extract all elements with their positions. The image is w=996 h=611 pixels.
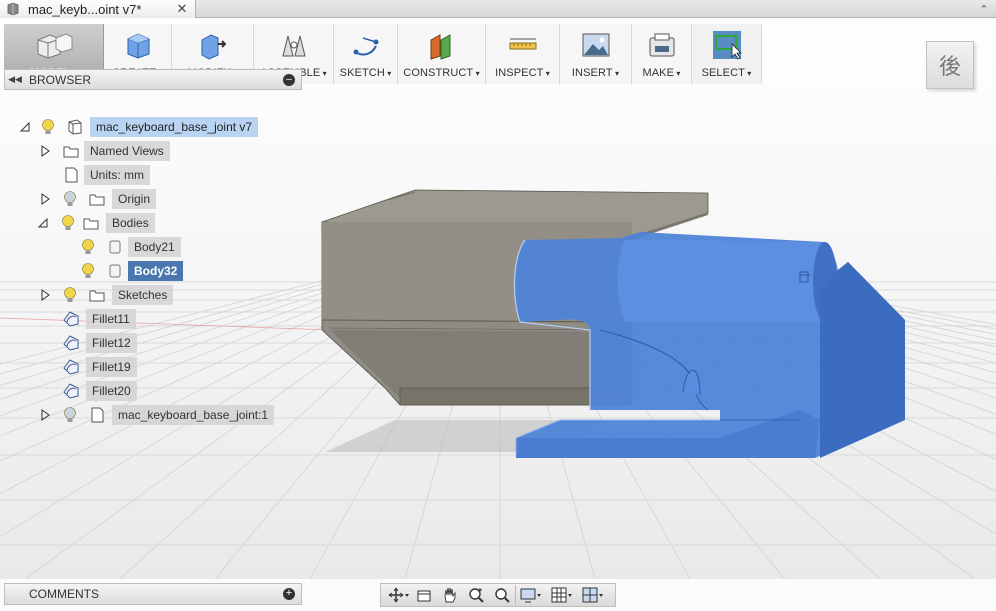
tree-node-fillet12[interactable]: Fillet12 [0,333,300,353]
orbit-icon[interactable] [385,585,411,605]
tree-node-origin[interactable]: Origin [0,189,300,209]
document-tab-title: mac_keyb...oint v7* [28,1,142,17]
toolbar-sketch-button[interactable]: SKETCH [334,24,398,84]
toolbar-construct-button[interactable]: CONSTRUCT [398,24,486,84]
tree-node-label: Bodies [106,213,155,233]
model-icon [32,30,76,60]
select-icon [712,30,742,60]
comments-title: COMMENTS [29,587,99,601]
collapsed-triangle-icon[interactable] [38,288,52,302]
toolbar-insert-label: INSERT [572,67,619,79]
toolbar-select-button[interactable]: SELECT [692,24,762,84]
visibility-bulb-icon[interactable] [40,118,56,136]
visibility-bulb-icon[interactable] [62,190,78,208]
viewcube[interactable]: 後 [926,41,974,89]
look-at-icon[interactable] [411,585,437,605]
tree-node-label: mac_keyboard_base_joint:1 [112,405,275,425]
construct-icon [427,30,457,60]
folder-icon [88,190,106,208]
tree-node-fillet20[interactable]: Fillet20 [0,381,300,401]
tree-node-label: Fillet19 [86,357,137,377]
tree-node-label: Body21 [128,237,181,257]
tree-node-label: mac_keyboard_base_joint v7 [90,117,259,137]
ruler-icon [508,30,538,60]
visibility-bulb-icon[interactable] [80,238,96,256]
toolbar-inspect-label: INSPECT [495,67,550,79]
modify-icon [198,30,228,60]
close-icon[interactable]: ✕ [175,1,189,17]
display-settings-icon[interactable] [515,585,546,605]
document-tab-bar: mac_keyb...oint v7* ✕ ⌃ [0,0,996,18]
tree-node-units[interactable]: Units: mm [0,165,300,185]
visibility-bulb-icon[interactable] [62,286,78,304]
tree-root-component[interactable]: mac_keyboard_base_joint v7 [0,117,300,137]
navigation-bar [380,583,616,607]
tree-node-label: Sketches [112,285,174,305]
tree-node-label: Fillet12 [86,333,137,353]
assemble-icon [279,30,309,60]
tree-node-body21[interactable]: Body21 [0,237,300,257]
body-icon [106,262,124,280]
minimize-icon[interactable]: – [283,73,295,86]
expanded-triangle-icon[interactable] [18,120,32,134]
viewports-icon[interactable] [577,585,608,605]
doc-icon [62,166,80,184]
fit-icon[interactable] [489,585,515,605]
toolbar-construct-label: CONSTRUCT [403,67,479,79]
fillet-icon [62,382,80,400]
body-icon [106,238,124,256]
visibility-bulb-icon[interactable] [62,406,78,424]
folder-icon [62,142,80,160]
tree-node-label: Fillet20 [86,381,137,401]
toolbar-make-button[interactable]: MAKE [632,24,692,84]
tree-node-label: Named Views [84,141,170,161]
comments-panel-header[interactable]: COMMENTS + [4,583,302,605]
tree-node-bodies[interactable]: Bodies [0,213,300,233]
fillet-icon [62,334,80,352]
grid-icon[interactable] [546,585,577,605]
doc-icon [88,406,106,424]
visibility-bulb-icon[interactable] [60,214,76,232]
cube-icon [123,30,153,60]
folder-icon [88,286,106,304]
collapse-panel-icon[interactable]: ◀◀ [5,74,25,85]
tree-node-joint-occurrence[interactable]: mac_keyboard_base_joint:1 [0,405,300,425]
tree-node-fillet11[interactable]: Fillet11 [0,309,300,329]
image-icon [581,30,611,60]
browser-panel-header[interactable]: ◀◀ BROWSER – [4,69,302,90]
browser-title: BROWSER [29,72,92,87]
tree-node-label: Fillet11 [86,309,136,329]
sketch-icon [351,30,381,60]
printer-icon [647,30,677,60]
fillet-icon [62,358,80,376]
tree-node-label: Units: mm [84,165,150,185]
pan-icon[interactable] [437,585,463,605]
collapsed-triangle-icon[interactable] [38,408,52,422]
toolbar-make-label: MAKE [642,67,680,79]
expanded-triangle-icon[interactable] [36,216,50,230]
tree-node-sketches[interactable]: Sketches [0,285,300,305]
tree-node-fillet19[interactable]: Fillet19 [0,357,300,377]
visibility-bulb-icon[interactable] [80,262,96,280]
tree-node-body32[interactable]: Body32 [0,261,300,281]
tree-node-label: Body32 [128,261,184,281]
document-icon [6,2,20,16]
component-icon [66,118,84,136]
folder-icon [82,214,100,232]
toolbar-select-label: SELECT [702,67,752,79]
collapsed-triangle-icon[interactable] [38,144,52,158]
fillet-icon [62,310,80,328]
toolbar-sketch-label: SKETCH [340,67,392,79]
collapsed-triangle-icon[interactable] [38,192,52,206]
add-comment-icon[interactable]: + [283,588,295,600]
chevron-up-icon[interactable]: ⌃ [976,0,992,18]
tree-node-label: Origin [112,189,157,209]
toolbar-inspect-button[interactable]: INSPECT [486,24,560,84]
toolbar-insert-button[interactable]: INSERT [560,24,632,84]
tree-node-named-views[interactable]: Named Views [0,141,300,161]
zoom-icon[interactable] [463,585,489,605]
document-tab[interactable]: mac_keyb...oint v7* ✕ [0,0,196,18]
